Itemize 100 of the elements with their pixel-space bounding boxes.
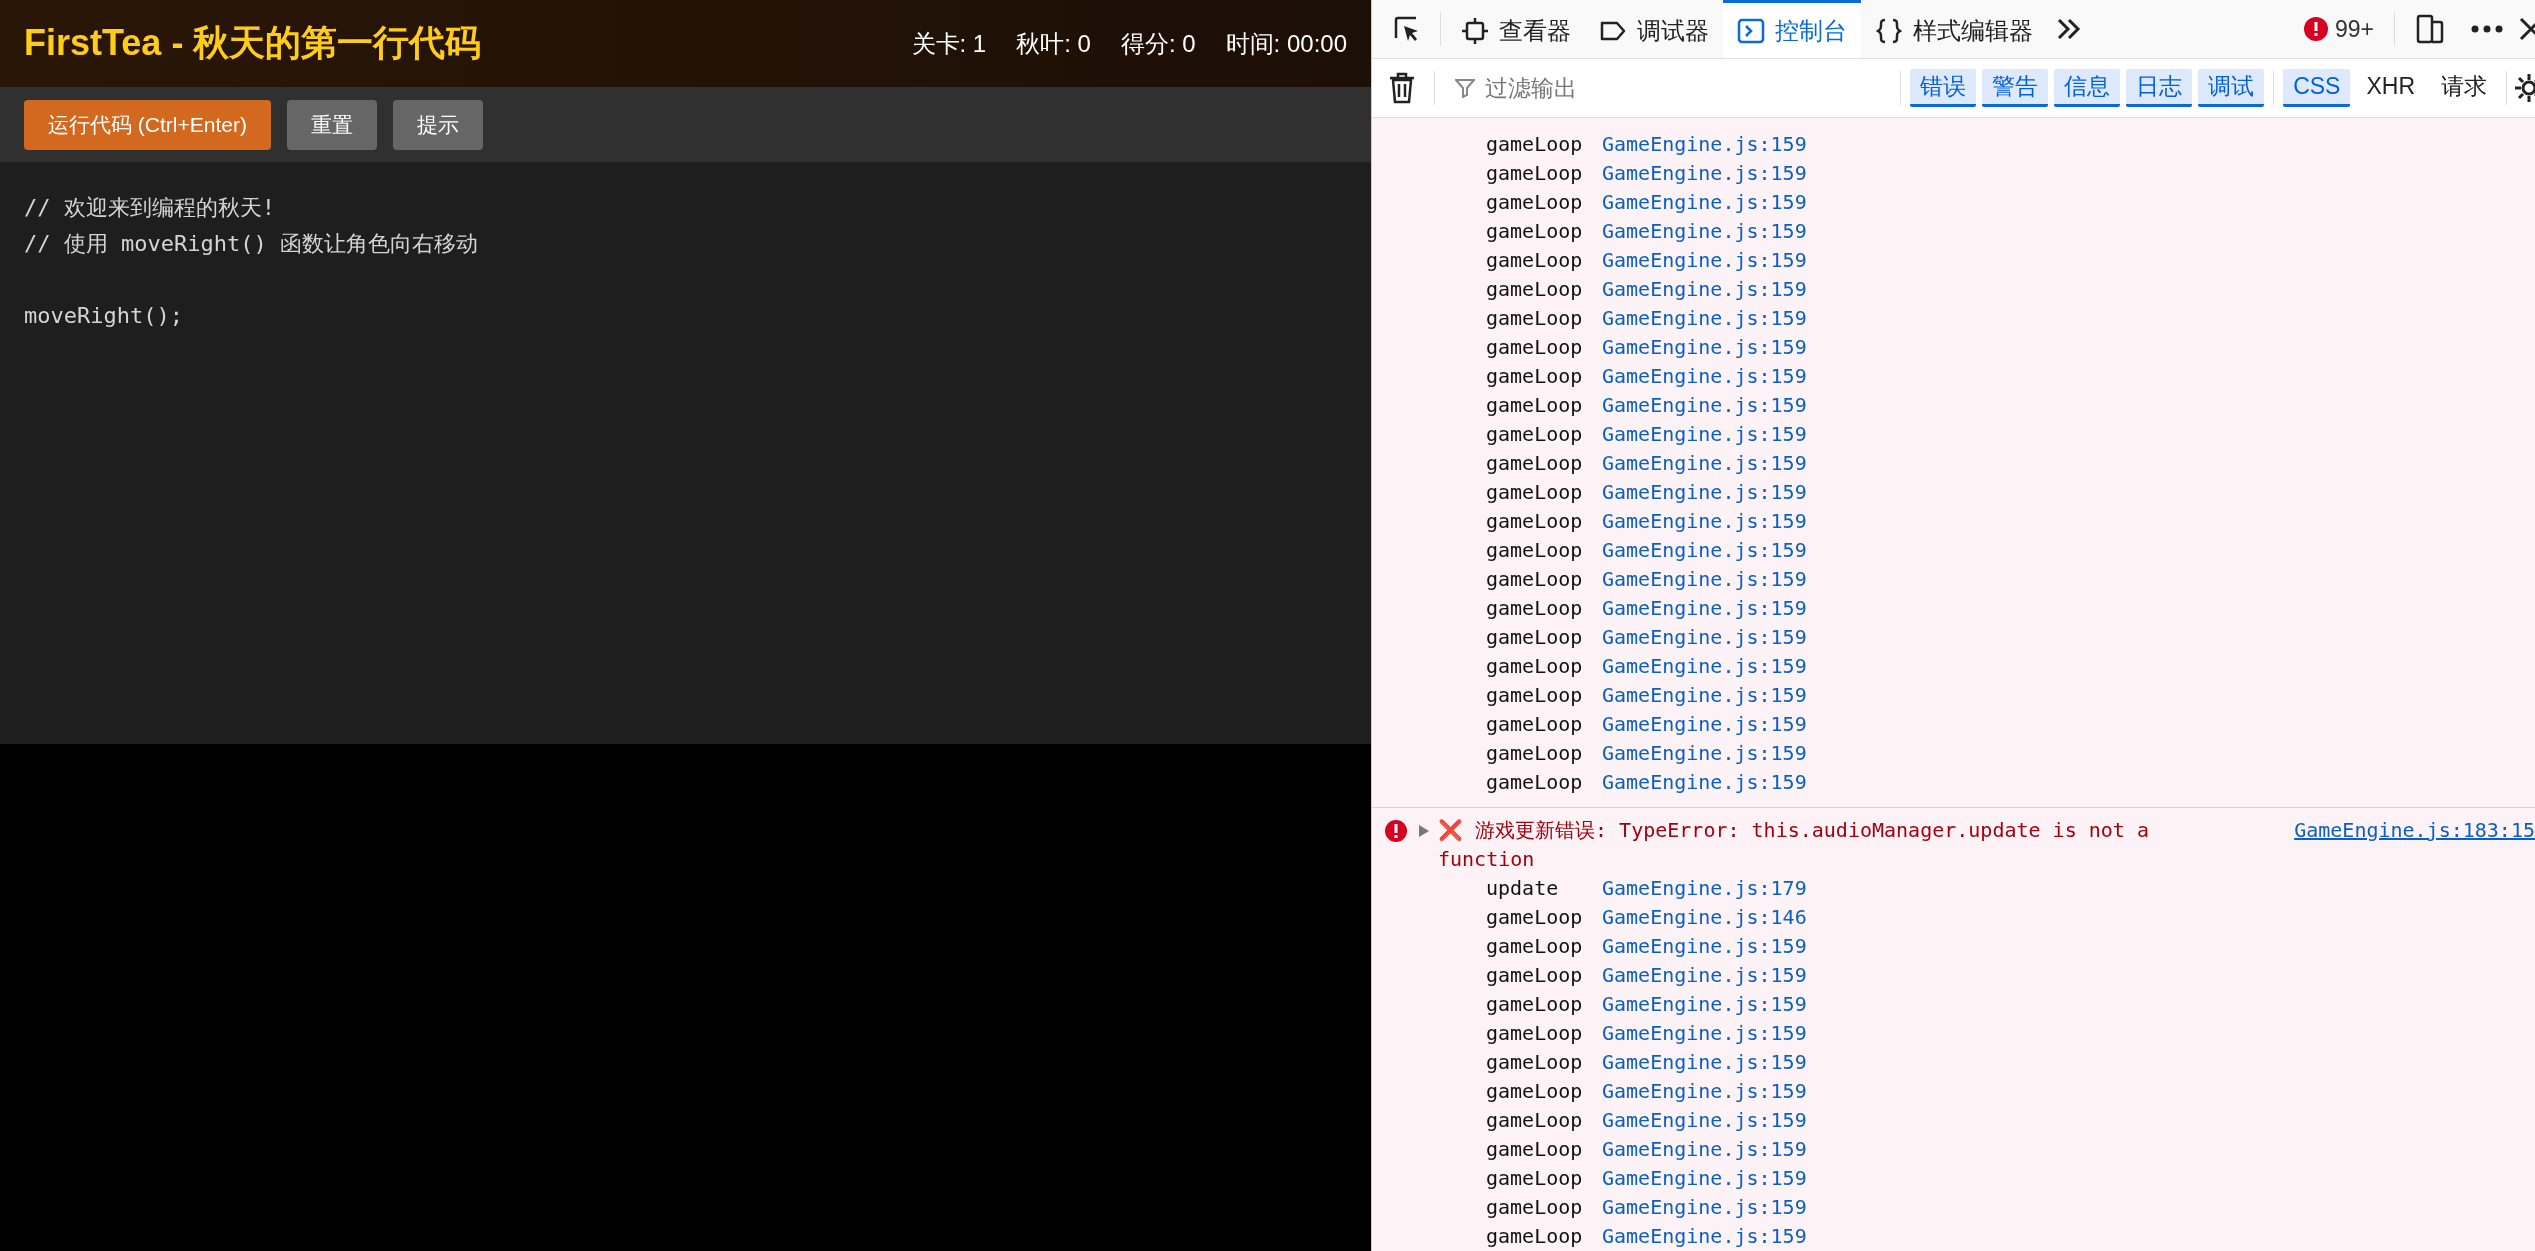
devtools-tab[interactable]: 调试器 <box>1585 0 1723 58</box>
source-link[interactable]: GameEngine.js:159 <box>1602 594 1807 623</box>
source-link[interactable]: GameEngine.js:159 <box>1602 478 1807 507</box>
stack-function: gameLoop <box>1486 363 1584 390</box>
code-line: // 使用 moveRight() 函数让角色向右移动 <box>24 230 478 258</box>
responsive-icon[interactable] <box>2415 13 2445 45</box>
stack-function: gameLoop <box>1486 624 1584 651</box>
devtools-tab[interactable]: 查看器 <box>1447 0 1585 58</box>
source-link[interactable]: GameEngine.js:159 <box>1602 652 1807 681</box>
source-link[interactable]: GameEngine.js:159 <box>1602 768 1807 797</box>
more-icon[interactable] <box>2471 25 2503 33</box>
log-filter-button[interactable]: 调试 <box>2198 69 2265 107</box>
source-link[interactable]: GameEngine.js:159 <box>1602 217 1807 246</box>
source-link[interactable]: GameEngine.js:159 <box>1602 565 1807 594</box>
stat-label: 得分: 0 <box>1120 28 1196 59</box>
source-link[interactable]: GameEngine.js:159 <box>1602 1106 1807 1135</box>
filter-field[interactable]: 过滤输出 <box>1483 73 1807 103</box>
stack-function: gameLoop <box>1486 421 1584 448</box>
stack-function: gameLoop <box>1486 160 1584 187</box>
source-link[interactable]: GameEngine.js:159 <box>1602 449 1807 478</box>
stack-function: gameLoop <box>1486 991 1584 1018</box>
stack-function: gameLoop <box>1486 904 1584 931</box>
source-link[interactable]: GameEngine.js:159 <box>1602 739 1807 768</box>
source-link[interactable]: GameEngine.js:159 <box>1602 710 1807 739</box>
trash-icon[interactable] <box>1388 72 1416 104</box>
log-filter-button[interactable]: 信息 <box>2054 69 2121 107</box>
stack-function: gameLoop <box>1486 1223 1584 1250</box>
source-link[interactable]: GameEngine.js:159 <box>1602 932 1807 961</box>
source-link[interactable]: GameEngine.js:159 <box>1602 536 1807 565</box>
error-message: ❌ 游戏更新错误: TypeError: this.audioManager.update is not a function <box>1438 817 2150 873</box>
stack-function: gameLoop <box>1486 276 1584 303</box>
source-link[interactable]: GameEngine.js:146 <box>1602 903 1807 932</box>
source-link[interactable]: GameEngine.js:159 <box>1602 246 1807 275</box>
source-link[interactable]: GameEngine.js:159 <box>1602 1019 1807 1048</box>
source-link[interactable]: GameEngine.js:159 <box>1602 1135 1807 1164</box>
stack-function: update <box>1486 875 1560 902</box>
stack-function: gameLoop <box>1486 1078 1584 1105</box>
error-icon <box>2303 16 2329 42</box>
source-link[interactable]: GameEngine.js:159 <box>1602 1193 1807 1222</box>
stack-function: gameLoop <box>1486 1107 1584 1134</box>
code-editor[interactable]: // 欢迎来到编程的秋天! // 使用 moveRight() 函数让角色向右移动 moveRight(); <box>0 162 1371 744</box>
source-link[interactable]: GameEngine.js:183:15 <box>2274 816 2535 845</box>
stack-function: gameLoop <box>1486 508 1584 535</box>
source-link[interactable]: GameEngine.js:159 <box>1602 623 1807 652</box>
source-link[interactable]: GameEngine.js:159 <box>1602 130 1807 159</box>
source-link[interactable]: GameEngine.js:159 <box>1602 188 1807 217</box>
funnel-icon <box>1455 78 1475 98</box>
stack-function: gameLoop <box>1486 131 1584 158</box>
source-link[interactable]: GameEngine.js:179 <box>1602 874 1807 903</box>
log-filter-button[interactable]: 错误 <box>1910 69 1977 107</box>
stack-function: gameLoop <box>1486 595 1584 622</box>
source-link[interactable]: GameEngine.js:159 <box>1602 362 1807 391</box>
stack-function: gameLoop <box>1486 392 1584 419</box>
log-filter-button[interactable]: CSS <box>2283 69 2351 107</box>
stack-function: gameLoop <box>1486 334 1584 361</box>
source-link[interactable]: GameEngine.js:159 <box>1602 159 1807 188</box>
run-code-button[interactable]: 运行代码 (Ctrl+Enter) <box>24 99 271 150</box>
source-link[interactable]: GameEngine.js:159 <box>1602 507 1807 536</box>
stack-function: gameLoop <box>1486 1020 1584 1047</box>
toolbar-button[interactable]: 提示 <box>392 99 483 150</box>
source-link[interactable]: GameEngine.js:159 <box>1602 1077 1807 1106</box>
stack-function: gameLoop <box>1486 1049 1584 1076</box>
toolbar-button[interactable]: 重置 <box>286 99 377 150</box>
source-link[interactable]: GameEngine.js:159 <box>1602 304 1807 333</box>
log-filter-button[interactable]: 警告 <box>1982 69 2049 107</box>
expand-arrow-icon[interactable] <box>1418 824 1430 838</box>
source-link[interactable]: GameEngine.js:159 <box>1602 681 1807 710</box>
error-count: 99+ <box>2335 15 2374 43</box>
source-link[interactable]: GameEngine.js:159 <box>1602 275 1807 304</box>
stack-function: gameLoop <box>1486 566 1584 593</box>
source-link[interactable]: GameEngine.js:159 <box>1602 990 1807 1019</box>
stack-function: gameLoop <box>1486 653 1584 680</box>
source-link[interactable]: GameEngine.js:159 <box>1602 391 1807 420</box>
source-link[interactable]: GameEngine.js:159 <box>1602 1164 1807 1193</box>
stack-function: gameLoop <box>1486 247 1584 274</box>
terminal-icon <box>1737 16 1765 45</box>
code-line: moveRight(); <box>24 302 183 330</box>
devtools-tab[interactable]: 样式编辑器 <box>1861 0 2047 58</box>
source-link[interactable]: GameEngine.js:159 <box>1602 420 1807 449</box>
braces-icon <box>1875 16 1903 45</box>
source-link[interactable]: GameEngine.js:159 <box>1602 333 1807 362</box>
stack-function: gameLoop <box>1486 711 1584 738</box>
log-filter-button[interactable]: XHR <box>2356 69 2425 107</box>
stack-function: gameLoop <box>1486 189 1584 216</box>
stack-function: gameLoop <box>1486 479 1584 506</box>
stack-function: gameLoop <box>1486 740 1584 767</box>
source-link[interactable]: GameEngine.js:159 <box>1602 1222 1807 1251</box>
log-filter-button[interactable]: 日志 <box>2126 69 2193 107</box>
log-filter-button[interactable]: 请求 <box>2431 69 2497 107</box>
stack-function: gameLoop <box>1486 682 1584 709</box>
stat-label: 秋叶: 0 <box>1016 28 1091 59</box>
stack-function: gameLoop <box>1486 305 1584 332</box>
stack-function: gameLoop <box>1486 1136 1584 1163</box>
settings-icon[interactable] <box>2513 72 2535 104</box>
stat-label: 时间: 00:00 <box>1225 28 1347 59</box>
source-link[interactable]: GameEngine.js:159 <box>1602 961 1807 990</box>
stack-function: gameLoop <box>1486 450 1584 477</box>
devtools-tab[interactable]: 控制台 <box>1723 0 1861 58</box>
close-icon[interactable] <box>2519 17 2535 41</box>
source-link[interactable]: GameEngine.js:159 <box>1602 1048 1807 1077</box>
